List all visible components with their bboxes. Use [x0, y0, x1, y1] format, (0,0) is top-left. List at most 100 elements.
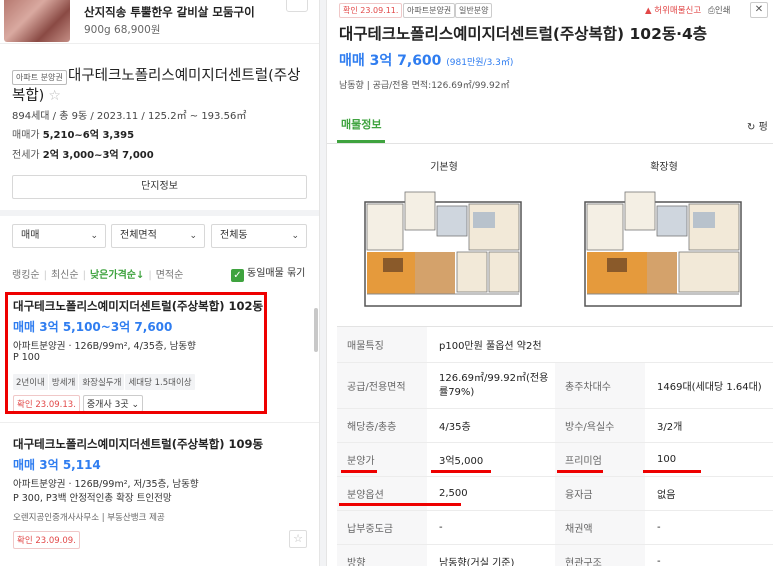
tab-listing-info[interactable]: 매물정보	[341, 116, 381, 132]
listing-footer: 확인 23.09.09.	[13, 528, 80, 549]
sale-price-row: 매매가 5,210~6억 3,395	[12, 126, 134, 141]
row-value: 126.69㎡/99.92㎡(전용률79%)	[439, 372, 549, 398]
complex-type-badge: 아파트 분양권	[12, 70, 67, 85]
row-label: 채권액	[555, 511, 645, 544]
row-value: -	[439, 522, 443, 533]
ad-thumbnail[interactable]	[4, 0, 70, 42]
row-label: 납부중도금	[337, 511, 427, 544]
report-button[interactable]: ▲ 허위매물신고	[645, 4, 701, 16]
row-label: 총주차대수	[555, 363, 645, 408]
floor-plan-basic[interactable]: 기본형	[335, 146, 553, 324]
chevron-down-icon: ⌄	[291, 231, 299, 241]
listing-title[interactable]: 대구테크노폴리스예미지더센트럴(주상복합) 109동	[13, 436, 263, 452]
row-label: 해당층/총층	[337, 409, 427, 442]
sort-low-price[interactable]: 낮은가격순↓	[90, 270, 144, 281]
table-row: 분양옵션 2,500 융자금 없음	[337, 477, 773, 511]
floor-plan-label: 확장형	[650, 162, 678, 173]
refresh-button[interactable]: ↻ 펑	[747, 118, 768, 133]
underline-mark	[643, 470, 701, 473]
table-row: 공급/전용면적 126.69㎡/99.92㎡(전용률79%) 총주차대수 146…	[337, 363, 773, 409]
print-button[interactable]: ⎙인쇄	[708, 4, 730, 16]
ad-title[interactable]: 산지직송 투뿔한우 갈비살 모둠구이	[84, 4, 255, 20]
dong-value: 전체동	[220, 230, 248, 241]
area-select[interactable]: 전체면적 ⌄	[111, 224, 205, 248]
section-divider	[0, 210, 319, 216]
row-value: 남동향(거실 기준)	[439, 558, 515, 566]
report-label: 허위매물신고	[654, 6, 702, 16]
detail-price-per: (981만원/3.3㎡)	[446, 58, 514, 68]
listing-panel: 산지직송 투뿔한우 갈비살 모둠구이 900g 68,900원 대구테크노폴리스…	[0, 0, 320, 566]
floor-plan-drawing	[584, 191, 742, 307]
detail-price-value: 매매 3억 7,600	[339, 53, 442, 69]
sort-options: 랭킹순 | 최신순 | 낮은가격순↓ | 면적순	[12, 270, 184, 281]
row-label: 공급/전용면적	[337, 363, 427, 408]
sort-ranking[interactable]: 랭킹순	[12, 270, 40, 281]
listing-agent-line: 오렌지공인중개사사무소 | 부동산뱅크 제공	[13, 513, 165, 523]
listing-note: P 300, P3백 안정적인총 확장 트인전망	[13, 493, 172, 504]
complex-info-button[interactable]: 단지정보	[12, 175, 307, 199]
divider	[0, 422, 319, 423]
siren-icon: ▲	[645, 6, 652, 16]
jeonse-price-row: 전세가 2억 3,000~3억 7,000	[12, 146, 154, 161]
sort-latest[interactable]: 최신순	[51, 270, 79, 281]
floor-plan-drawing	[364, 191, 522, 307]
row-value: p100만원 풀옵션 약2천	[439, 341, 542, 352]
detail-title: 대구테크노폴리스예미지더센트럴(주상복합) 102동·4층	[339, 25, 708, 43]
row-value: -	[657, 522, 661, 533]
listing-spec: 아파트분양권 · 126B/99m², 저/35층, 남동향	[13, 479, 199, 490]
table-row: 방향 남동향(거실 기준) 현관구조 -	[337, 545, 773, 566]
underline-mark	[431, 470, 491, 473]
chevron-down-icon: ⌄	[189, 231, 197, 241]
underline-mark	[339, 503, 461, 506]
type-badge: 일반분양	[455, 3, 493, 18]
floor-plan-extended[interactable]: 확장형	[555, 146, 773, 324]
dong-select[interactable]: 전체동 ⌄	[211, 224, 307, 248]
detail-panel: 확인 23.09.11. 아파트분양권 일반분양 ▲ 허위매물신고 ⎙인쇄 ✕ …	[326, 0, 773, 566]
print-label: 인쇄	[714, 6, 731, 16]
sort-area[interactable]: 면적순	[156, 270, 184, 281]
group-same-listing-toggle[interactable]: ✓ 동일매물 묶기	[231, 264, 305, 282]
ad-close-button[interactable]	[286, 0, 308, 12]
table-row: 납부중도금 - 채권액 -	[337, 511, 773, 545]
refresh-label: 펑	[758, 122, 768, 133]
table-row: 매물특징 p100만원 풀옵션 약2천	[337, 327, 773, 363]
close-icon[interactable]: ✕	[750, 2, 768, 18]
active-tab-indicator	[337, 140, 385, 143]
favorite-star-icon[interactable]: ☆	[48, 88, 61, 104]
row-label: 융자금	[555, 477, 645, 510]
row-value: 없음	[657, 490, 676, 501]
row-value: -	[657, 556, 661, 566]
confirm-date-badge: 확인 23.09.09.	[13, 531, 80, 549]
table-row: 분양가 3억5,000 프리미엄 100	[337, 443, 773, 477]
chevron-down-icon: ⌄	[90, 231, 98, 241]
refresh-icon: ↻	[747, 122, 756, 133]
scrollbar-thumb[interactable]	[314, 308, 318, 352]
sale-price-label: 매매가	[12, 130, 40, 141]
floor-plan-label: 기본형	[430, 162, 458, 173]
detail-tabs: 매물정보 ↻ 펑	[327, 104, 773, 144]
sale-price-value: 5,210~6억 3,395	[42, 130, 135, 141]
area-value: 전체면적	[120, 230, 157, 241]
listing-price: 매매 3억 5,114	[13, 458, 101, 472]
ad-subtitle: 900g 68,900원	[84, 24, 161, 36]
underline-mark	[557, 470, 603, 473]
row-label: 매물특징	[337, 327, 427, 362]
row-label: 방향	[337, 545, 427, 566]
underline-mark	[341, 470, 377, 473]
group-same-listing-label: 동일매물 묶기	[247, 268, 306, 279]
row-label: 방수/욕실수	[555, 409, 645, 442]
confirm-date-badge: 확인 23.09.11.	[339, 3, 403, 18]
favorite-star-icon[interactable]: ☆	[289, 530, 307, 548]
table-row: 해당층/총층 4/35층 방수/욕실수 3/2개	[337, 409, 773, 443]
row-value: 4/35층	[439, 422, 471, 433]
trade-type-value: 매매	[21, 230, 40, 241]
jeonse-price-value: 2억 3,000~3억 7,000	[42, 150, 154, 161]
complex-info: 894세대 / 총 9동 / 2023.11 / 125.2㎡ ~ 193.56…	[12, 111, 247, 122]
detail-price: 매매 3억 7,600 (981만원/3.3㎡)	[339, 50, 513, 70]
checkbox-checked-icon[interactable]: ✓	[231, 269, 244, 282]
trade-type-select[interactable]: 매매 ⌄	[12, 224, 106, 248]
listing-info-table: 매물특징 p100만원 풀옵션 약2천 공급/전용면적 126.69㎡/99.9…	[337, 326, 773, 566]
row-value: 3/2개	[657, 422, 683, 433]
jeonse-price-label: 전세가	[12, 150, 40, 161]
ad-banner[interactable]: 산지직송 투뿔한우 갈비살 모둠구이 900g 68,900원	[0, 0, 319, 44]
